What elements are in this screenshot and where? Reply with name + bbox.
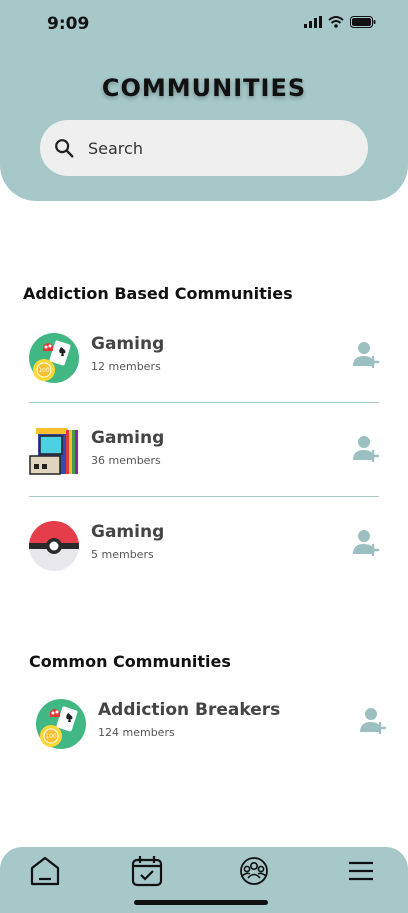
community-item-gaming-3[interactable]: Gaming 5 members	[28, 516, 380, 576]
casino-chips-icon: 100	[29, 333, 79, 383]
status-icons	[304, 16, 376, 28]
signal-icon	[304, 16, 322, 28]
community-members: 5 members	[91, 548, 154, 561]
add-user-icon[interactable]	[352, 528, 380, 558]
community-name: Addiction Breakers	[98, 700, 281, 720]
community-members: 12 members	[91, 360, 161, 373]
calendar-check-icon[interactable]	[130, 854, 164, 888]
page-title: COMMUNITIES	[101, 74, 307, 102]
community-name: Gaming	[91, 428, 165, 448]
menu-icon[interactable]	[344, 854, 378, 888]
svg-text:100: 100	[45, 733, 57, 740]
search-icon	[55, 139, 74, 158]
add-user-icon[interactable]	[352, 434, 380, 464]
section-title-common: Common Communities	[29, 652, 231, 671]
community-members: 124 members	[98, 726, 175, 739]
community-item-addiction-breakers[interactable]: 100 Addiction Breakers 124 members	[35, 694, 387, 754]
divider	[29, 496, 379, 497]
svg-text:100: 100	[38, 367, 50, 374]
search-input[interactable]: Search	[88, 139, 143, 158]
divider	[29, 402, 379, 403]
pokeball-icon	[29, 521, 79, 571]
community-name: Gaming	[91, 522, 165, 542]
community-item-gaming-1[interactable]: 100 Gaming 12 members	[28, 328, 380, 388]
header: 9:09 COMMUNITIES Search	[0, 0, 408, 201]
community-members: 36 members	[91, 454, 161, 467]
add-user-icon[interactable]	[359, 706, 387, 736]
search-bar[interactable]: Search	[40, 120, 368, 176]
wifi-icon	[328, 16, 344, 28]
community-icon[interactable]	[237, 854, 271, 888]
casino-chips-icon: 100	[36, 699, 86, 749]
community-item-gaming-2[interactable]: Gaming 36 members	[28, 422, 380, 482]
home-indicator	[134, 900, 268, 905]
community-name: Gaming	[91, 334, 165, 354]
arcade-machine-icon	[29, 428, 78, 475]
add-user-icon[interactable]	[352, 340, 380, 370]
home-icon[interactable]	[28, 854, 62, 888]
status-time: 9:09	[47, 14, 90, 34]
section-title-addiction-based: Addiction Based Communities	[23, 284, 293, 303]
battery-icon	[350, 16, 376, 28]
